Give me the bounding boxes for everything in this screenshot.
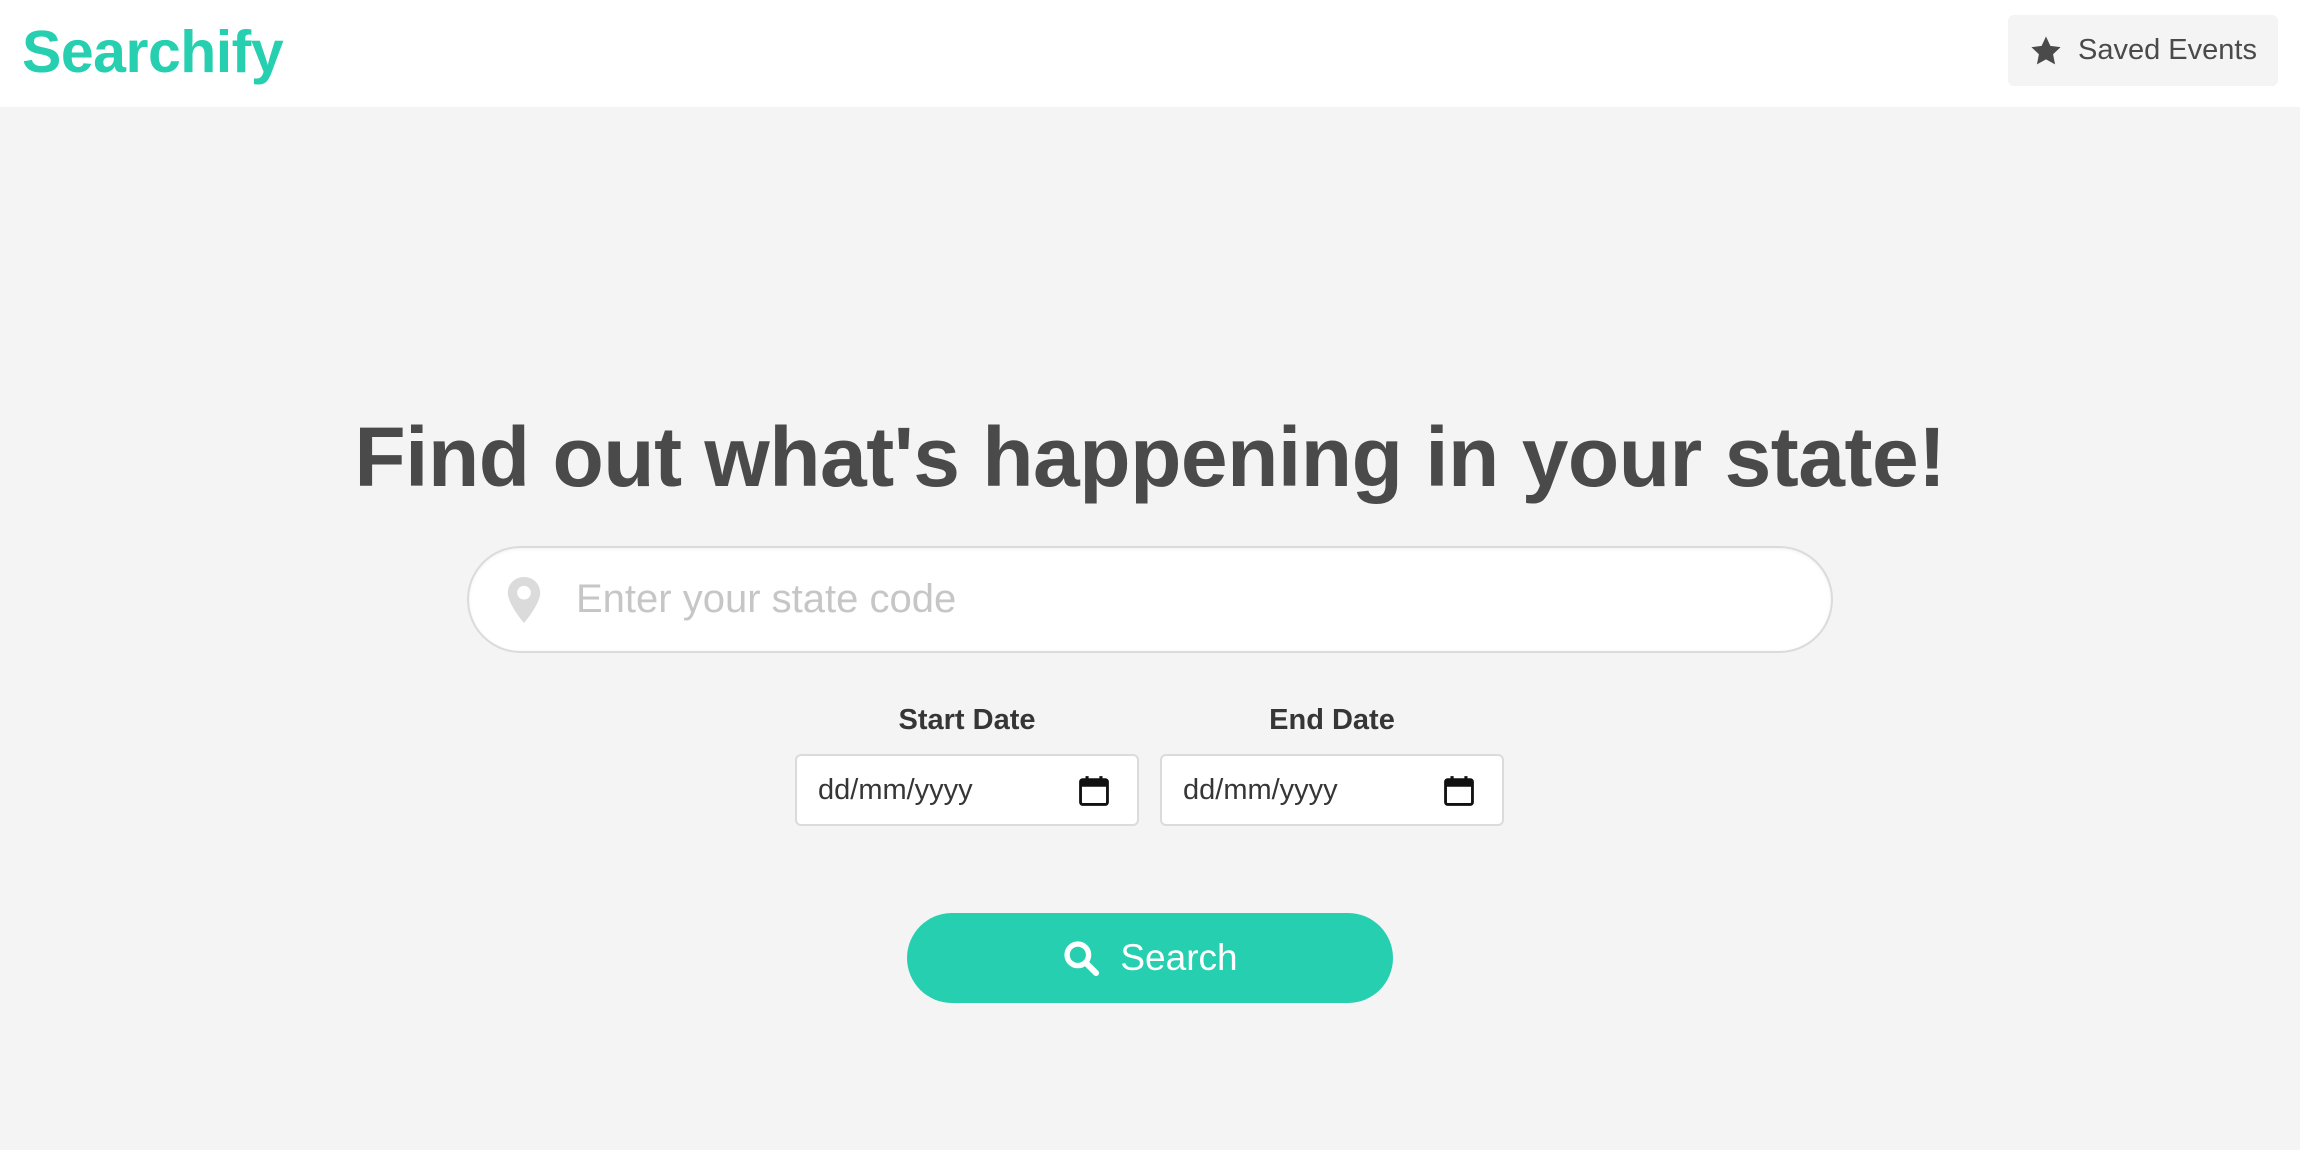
state-search-field[interactable] — [467, 546, 1833, 653]
calendar-icon[interactable] — [1077, 774, 1111, 808]
star-icon — [2031, 36, 2061, 64]
state-code-input[interactable] — [576, 548, 1776, 651]
calendar-icon[interactable] — [1442, 774, 1476, 808]
start-date-value: dd/mm/yyyy — [818, 773, 973, 806]
end-date-label: End Date — [1269, 704, 1395, 736]
end-date-value: dd/mm/yyyy — [1183, 773, 1338, 806]
search-button-label: Search — [1120, 937, 1238, 978]
brand-logo[interactable]: Searchify — [22, 16, 284, 88]
saved-events-button[interactable]: Saved Events — [2008, 15, 2278, 86]
saved-events-label: Saved Events — [2078, 34, 2257, 66]
page-title: Find out what's happening in your state! — [354, 410, 1946, 504]
magnifier-icon — [1064, 941, 1100, 977]
start-date-field: Start Date dd/mm/yyyy — [795, 696, 1139, 826]
start-date-input[interactable]: dd/mm/yyyy — [795, 754, 1139, 826]
end-date-field: End Date dd/mm/yyyy — [1160, 696, 1504, 826]
start-date-label: Start Date — [898, 704, 1036, 736]
navbar: Searchify Saved Events — [0, 0, 2300, 107]
end-date-input[interactable]: dd/mm/yyyy — [1160, 754, 1504, 826]
map-pin-icon — [507, 577, 541, 623]
search-button[interactable]: Search — [907, 913, 1393, 1003]
